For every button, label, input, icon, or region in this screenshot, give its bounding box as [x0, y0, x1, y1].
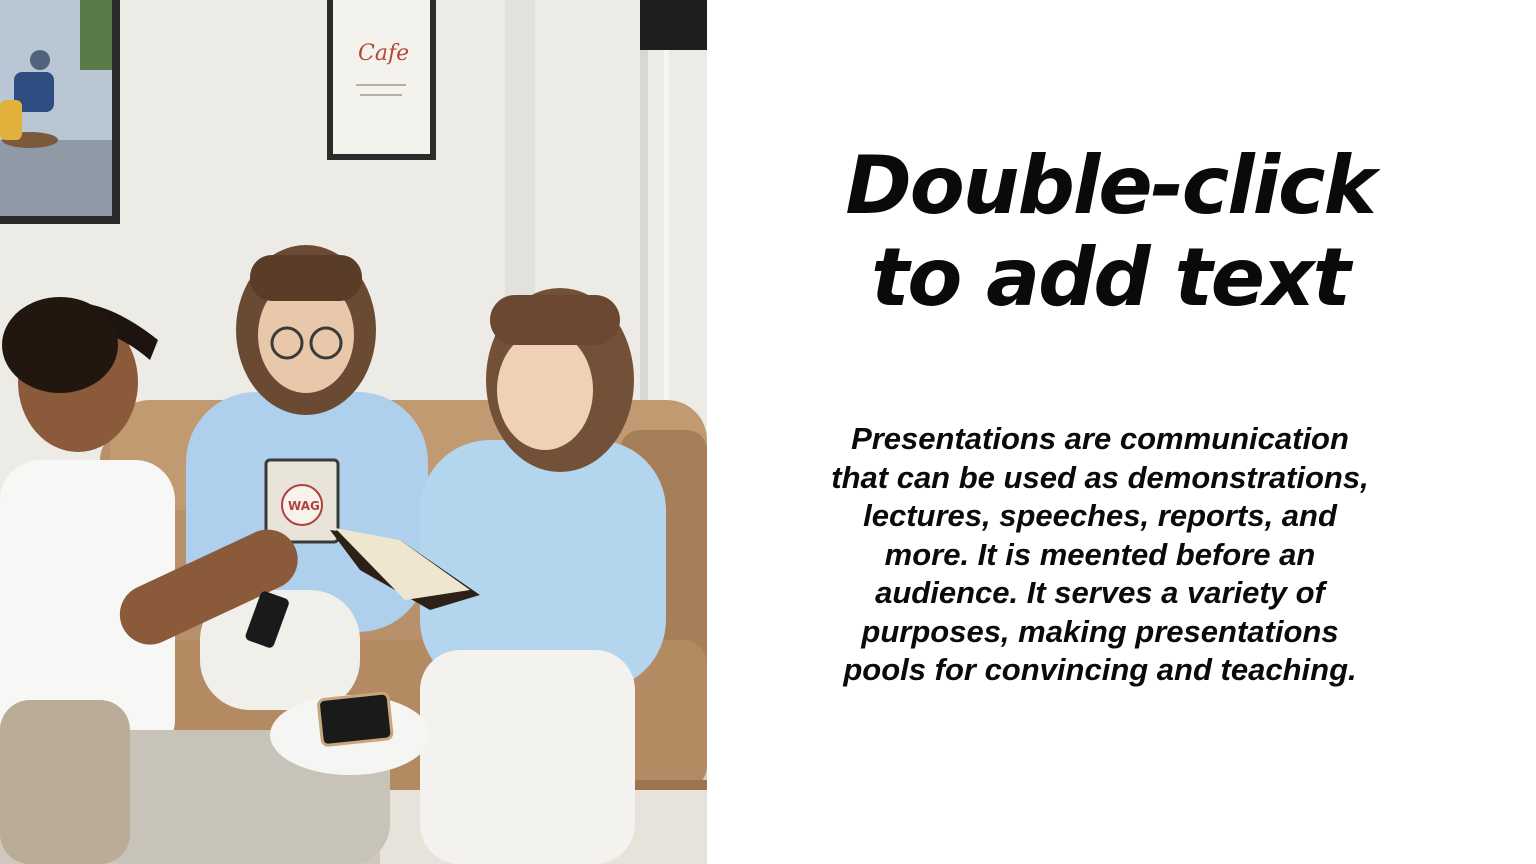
body-line: Presentations are communication: [851, 421, 1349, 456]
photo-image-icon: Cafe WAG: [0, 0, 707, 864]
book-cover-text: WAG: [288, 499, 320, 513]
poster-text: Cafe: [358, 41, 409, 66]
body-line: that can be used as demonstrations,: [831, 459, 1369, 495]
body-line: purposes, making presentations: [861, 613, 1339, 649]
body-line: lectures, speeches, reports, and: [863, 498, 1337, 533]
slide-canvas: Cafe WAG Double-click to add text Presen…: [0, 0, 1536, 864]
slide-title[interactable]: Double-click to add text: [760, 140, 1460, 324]
slide-body-text[interactable]: Presentations are communication that can…: [800, 420, 1400, 690]
body-line: audience. It serves a variety of: [875, 575, 1325, 610]
body-line: pools for convincing and teaching.: [843, 652, 1357, 687]
body-line: more. It is meented before an: [884, 536, 1316, 572]
slide-title-line-2: to add text: [871, 231, 1351, 324]
slide-title-line-1: Double-click: [845, 139, 1376, 232]
slide-photo[interactable]: Cafe WAG: [0, 0, 707, 864]
